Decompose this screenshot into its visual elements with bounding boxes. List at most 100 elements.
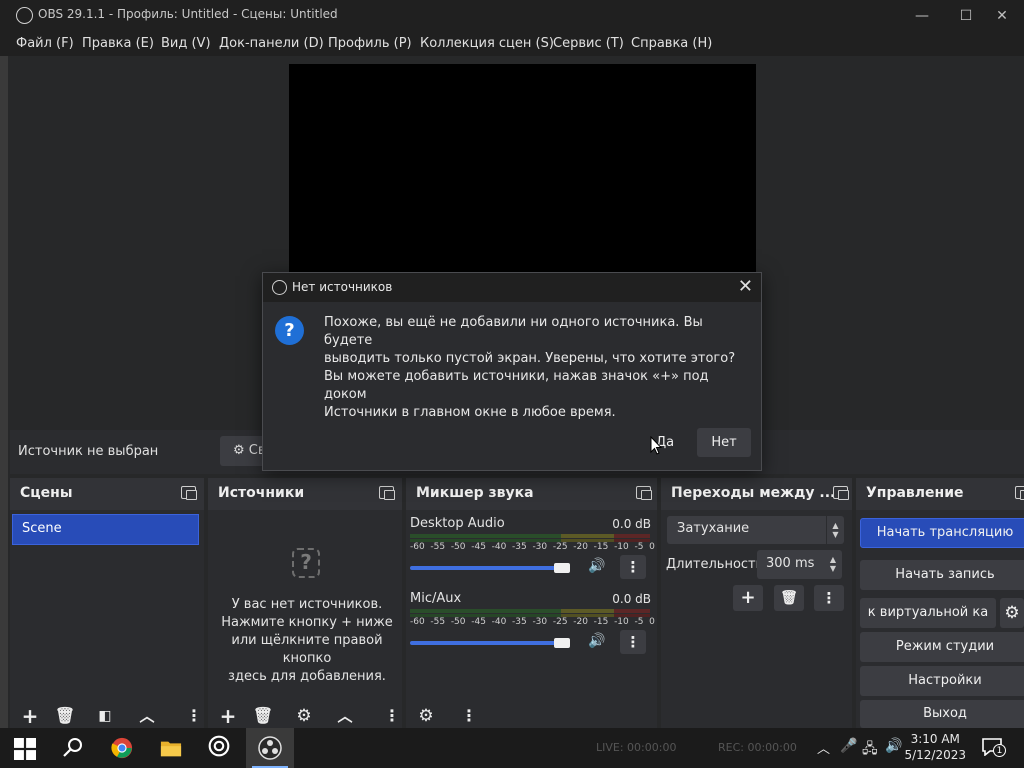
move-up-icon[interactable]: ︿ — [132, 704, 162, 728]
undock-icon[interactable] — [181, 486, 197, 500]
controls-dock: Управление Начать трансляцию Начать запи… — [856, 478, 1024, 728]
volume-slider[interactable] — [410, 566, 570, 570]
menu-tools[interactable]: Сервис (T) — [553, 36, 624, 51]
sources-empty-message: У вас нет источников. Нажмите кнопку + н… — [208, 596, 406, 686]
chevron-updown-icon[interactable]: ▲ ▼ — [824, 550, 842, 579]
settings-button[interactable]: Настройки — [860, 666, 1024, 696]
kebab-menu-icon[interactable]: ⋮ — [186, 704, 202, 728]
level-meter — [410, 609, 650, 613]
volume-slider-handle[interactable] — [554, 638, 570, 648]
chrome-icon[interactable] — [111, 737, 133, 759]
meter-ticks: -60 -55 -50 -45 -40 -35 -30 -25 -20 -15 -10 -5 0 — [410, 617, 655, 629]
controls-dock-header: Управление — [856, 478, 1024, 510]
time: 3:10 AM — [910, 732, 960, 746]
kebab-menu-icon[interactable]: ⋮ — [814, 585, 844, 611]
tick: -25 — [552, 617, 568, 627]
close-window-button[interactable]: ✕ — [980, 2, 1024, 30]
transition-select[interactable]: Затухание ▲ ▼ — [667, 516, 844, 544]
no-source-label: Источник не выбран — [18, 444, 159, 459]
menu-docks[interactable]: Док-панели (D) — [219, 36, 324, 51]
live-status: LIVE: 00:00:00 — [596, 741, 677, 754]
windows-taskbar: LIVE: 00:00:00 REC: 00:00:00 ︿ 🎤 🖧 🔊 3:1… — [0, 728, 1024, 768]
scene-item[interactable]: Scene — [12, 514, 199, 545]
gear-icon[interactable]: ⚙ — [411, 704, 441, 728]
clock[interactable]: 3:10 AM 5/12/2023 — [904, 731, 966, 763]
yes-button[interactable]: Да — [638, 428, 692, 457]
duration-value: 300 ms — [766, 556, 815, 571]
obs-logo-icon — [16, 7, 33, 24]
dialog-header: Нет источников ✕ — [263, 273, 761, 302]
no-button[interactable]: Нет — [697, 428, 751, 457]
speaker-icon[interactable]: 🔊 — [588, 633, 605, 649]
kebab-menu-icon[interactable]: ⋮ — [620, 630, 646, 654]
undock-icon[interactable] — [1015, 486, 1024, 500]
notifications-icon[interactable]: 1 — [982, 738, 1006, 758]
add-transition-button[interactable]: + — [733, 585, 763, 611]
volume-slider[interactable] — [410, 641, 570, 645]
virtual-camera-button[interactable]: к виртуальной ка — [860, 598, 996, 628]
tick: -35 — [512, 617, 527, 627]
dialog-line: Источники в главном окне в любое время. — [324, 405, 616, 420]
channel-name: Mic/Aux — [410, 591, 462, 606]
trash-icon[interactable]: 🗑 — [774, 585, 804, 611]
chevron-up-icon[interactable]: ︿ — [817, 738, 830, 757]
scene-filters-icon[interactable]: ◧ — [90, 704, 120, 728]
undock-icon[interactable] — [636, 486, 652, 500]
menu-help[interactable]: Справка (H) — [631, 36, 712, 51]
exit-button[interactable]: Выход — [860, 700, 1024, 728]
tick: -20 — [573, 617, 588, 627]
windows-start-icon[interactable] — [14, 738, 36, 760]
network-icon[interactable]: 🖧 — [862, 738, 878, 762]
tick: -30 — [532, 542, 548, 552]
undock-icon[interactable] — [379, 486, 395, 500]
tick: -15 — [593, 542, 609, 552]
start-recording-button[interactable]: Начать запись — [860, 560, 1024, 590]
kebab-menu-icon[interactable]: ⋮ — [620, 555, 646, 579]
tick: -25 — [552, 542, 568, 552]
start-streaming-button[interactable]: Начать трансляцию — [860, 518, 1024, 548]
transitions-dock: Переходы между ... Затухание ▲ ▼ Длительн… — [661, 478, 852, 728]
volume-slider-handle[interactable] — [554, 563, 570, 573]
trash-icon[interactable]: 🗑 — [248, 704, 278, 728]
menu-scene-collection[interactable]: Коллекция сцен (S) — [420, 36, 554, 51]
transitions-dock-title: Переходы между ... — [671, 485, 836, 501]
scenes-dock-header: Сцены — [10, 478, 204, 510]
obs-taskbar-button[interactable] — [246, 728, 294, 768]
search-icon[interactable] — [62, 737, 84, 759]
duration-spinbox[interactable]: 300 ms ▲ ▼ — [757, 550, 842, 579]
add-source-button[interactable]: + — [213, 704, 243, 728]
menu-profile[interactable]: Профиль (P) — [328, 36, 412, 51]
dialog-message: Похоже, вы ещё не добавили ни одного ист… — [324, 314, 744, 368]
gear-icon[interactable]: ⚙ — [1000, 598, 1024, 628]
speaker-icon[interactable]: 🔊 — [588, 558, 605, 574]
microphone-icon[interactable]: 🎤 — [840, 738, 857, 754]
kebab-menu-icon[interactable]: ⋮ — [384, 704, 400, 728]
gear-icon: ⚙ — [233, 443, 245, 458]
close-icon[interactable]: ✕ — [738, 276, 753, 297]
minimize-button[interactable]: — — [900, 2, 944, 30]
record-app-icon[interactable] — [208, 735, 230, 757]
file-explorer-icon[interactable] — [160, 737, 182, 759]
kebab-menu-icon[interactable]: ⋮ — [461, 704, 477, 728]
menu-view[interactable]: Вид (V) — [161, 36, 211, 51]
menu-edit[interactable]: Правка (E) — [82, 36, 154, 51]
undock-icon[interactable] — [833, 486, 849, 500]
mixer-dock-title: Микшер звука — [416, 485, 534, 501]
studio-mode-button[interactable]: Режим студии — [860, 632, 1024, 662]
gear-icon[interactable]: ⚙ — [289, 704, 319, 728]
channel-db: 0.0 dB — [612, 592, 651, 606]
left-edge — [0, 56, 8, 728]
trash-icon[interactable]: 🗑 — [50, 704, 80, 728]
controls-dock-title: Управление — [866, 485, 964, 501]
move-up-icon[interactable]: ︿ — [330, 704, 360, 728]
tick: -35 — [512, 542, 527, 552]
channel-db: 0.0 dB — [612, 517, 651, 531]
tick: -45 — [471, 542, 486, 552]
menu-file[interactable]: Файл (F) — [16, 36, 74, 51]
volume-icon[interactable]: 🔊 — [885, 738, 902, 754]
properties-button[interactable]: ⚙ Св — [220, 436, 268, 466]
scenes-dock-title: Сцены — [20, 485, 73, 501]
date: 5/12/2023 — [904, 748, 966, 762]
add-scene-button[interactable]: + — [15, 704, 45, 728]
dialog-line: выводить только пустой экран. Уверены, ч… — [324, 351, 736, 366]
